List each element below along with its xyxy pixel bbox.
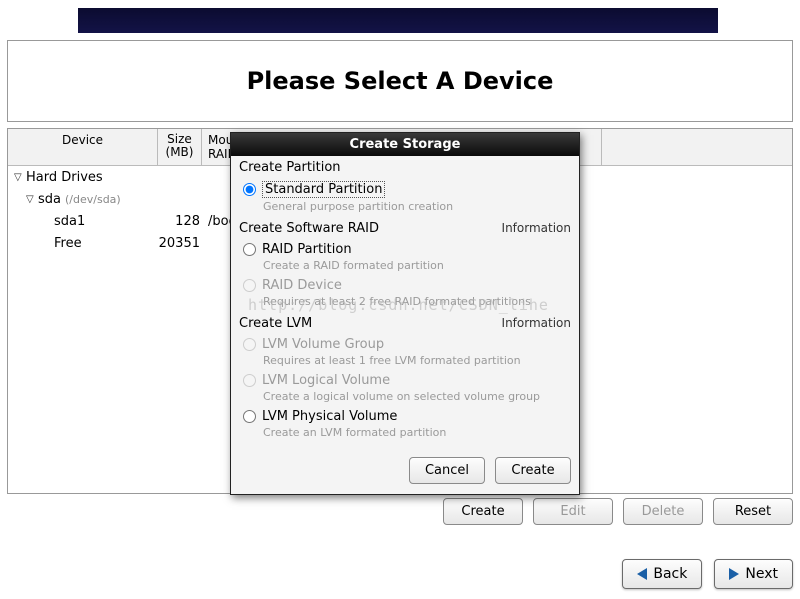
option-label: LVM Physical Volume [262,409,397,424]
chevron-down-icon[interactable]: ▽ [26,194,36,205]
radio-lvm-vg [243,338,256,351]
option-lvm-vg: LVM Volume Group [243,337,571,352]
back-label: Back [653,566,687,582]
device-path: (/dev/sda) [65,193,121,206]
chevron-down-icon[interactable]: ▽ [14,172,24,183]
option-label: Standard Partition [262,181,385,198]
create-storage-dialog: Create Storage Create Partition Standard… [230,132,580,495]
delete-button: Delete [623,498,703,525]
info-link-lvm[interactable]: Information [502,316,571,330]
row-size: 20351 [158,236,202,251]
row-size: 128 [158,214,202,229]
title-panel: Please Select A Device [7,40,793,122]
radio-standard-partition[interactable] [243,183,256,196]
option-lvm-pv[interactable]: LVM Physical Volume [243,409,571,424]
arrow-right-icon [729,568,739,580]
option-raid-partition[interactable]: RAID Partition [243,242,571,257]
option-label: RAID Partition [262,242,352,257]
dialog-create-button[interactable]: Create [495,457,571,484]
radio-lvm-lv [243,374,256,387]
option-standard-partition[interactable]: Standard Partition [243,181,571,198]
section-lvm: Create LVM [239,316,312,331]
radio-raid-partition[interactable] [243,243,256,256]
row-label: Free [54,236,82,251]
option-desc: Create a RAID formated partition [263,259,571,272]
info-link-raid[interactable]: Information [502,221,571,235]
nav-bar: Back Next [7,559,793,589]
radio-lvm-pv[interactable] [243,410,256,423]
option-desc: Requires at least 1 free LVM formated pa… [263,354,571,367]
dialog-buttons: Cancel Create [231,447,579,494]
section-partition: Create Partition [239,160,341,175]
dialog-title: Create Storage [231,133,579,156]
cancel-button[interactable]: Cancel [409,457,485,484]
col-device[interactable]: Device [8,129,158,165]
next-label: Next [745,566,778,582]
row-label: sda [38,192,61,207]
option-desc: Create an LVM formated partition [263,426,571,439]
edit-button: Edit [533,498,613,525]
col-size[interactable]: Size (MB) [158,129,202,165]
dialog-body: Create Partition Standard Partition Gene… [231,156,579,447]
arrow-left-icon [637,568,647,580]
row-label: sda1 [54,214,85,229]
page-title: Please Select A Device [247,67,554,95]
reset-button[interactable]: Reset [713,498,793,525]
radio-raid-device [243,279,256,292]
option-desc: Create a logical volume on selected volu… [263,390,571,403]
option-label: RAID Device [262,278,342,293]
back-button[interactable]: Back [622,559,702,589]
top-banner [78,8,718,33]
row-label: Hard Drives [26,170,103,185]
option-raid-device: RAID Device [243,278,571,293]
option-desc: General purpose partition creation [263,200,571,213]
option-label: LVM Volume Group [262,337,384,352]
option-label: LVM Logical Volume [262,373,390,388]
create-button[interactable]: Create [443,498,523,525]
option-desc: Requires at least 2 free RAID formated p… [263,295,571,308]
next-button[interactable]: Next [714,559,793,589]
section-raid: Create Software RAID [239,221,379,236]
option-lvm-lv: LVM Logical Volume [243,373,571,388]
action-bar: Create Edit Delete Reset [7,498,793,525]
